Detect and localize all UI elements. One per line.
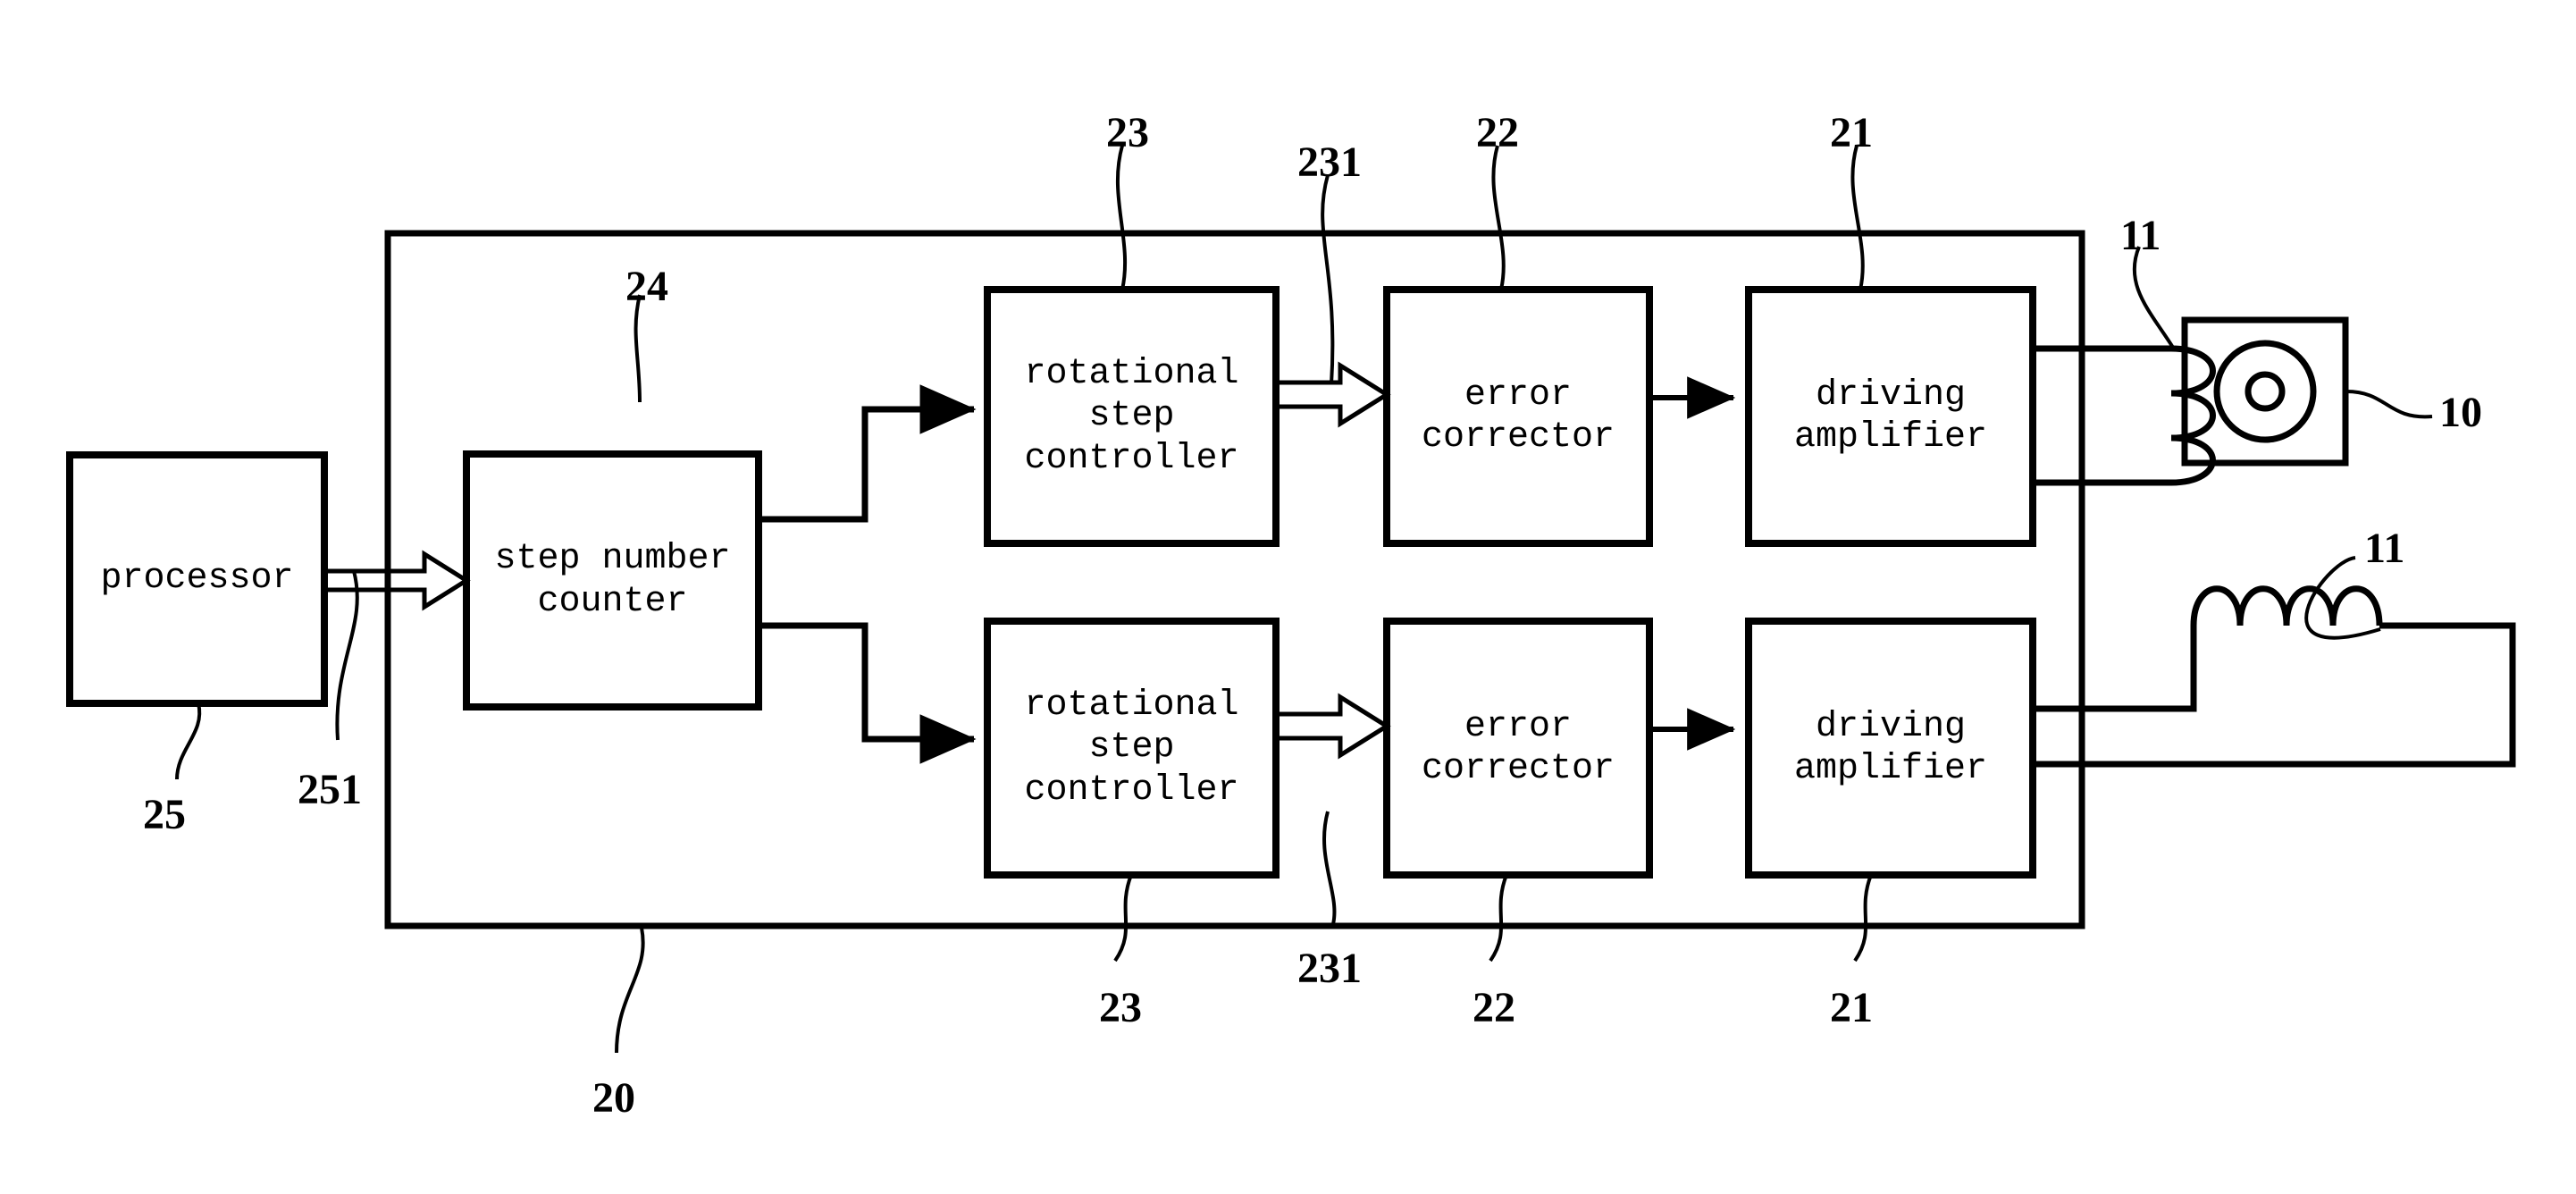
figure-canvas (66, 145, 2516, 1054)
reference-numeral-231-bottom: 231 (1297, 945, 1362, 992)
counter-to-controller-bottom-wire (759, 622, 977, 764)
amplifier-bottom-wire-lower (2033, 622, 2516, 768)
leader-line-10 (2345, 390, 2433, 419)
patent-figure: processor step number counter rotational… (0, 0, 2576, 1194)
reference-numeral-11-bottom: 11 (2364, 525, 2405, 572)
error-corrector-bottom-box (1383, 618, 1653, 879)
leader-line-251 (335, 570, 359, 741)
leader-line-231t (1321, 174, 1335, 385)
outer-enclosure-box (384, 230, 2085, 929)
rotational-step-controller-bottom-box (984, 618, 1280, 879)
leader-line-20 (615, 927, 645, 1054)
driving-amplifier-bottom-box (1745, 618, 2036, 879)
coil-bottom-icon (2190, 585, 2383, 626)
processor-bus-hollow-arrow (322, 550, 471, 611)
reference-numeral-22-bottom: 22 (1473, 984, 1515, 1031)
reference-numeral-251: 251 (298, 766, 362, 813)
leader-line-25 (175, 702, 202, 780)
motor-rotor-inner-circle (2245, 371, 2286, 412)
reference-numeral-23-top: 23 (1106, 109, 1149, 156)
reference-numeral-25: 25 (143, 791, 186, 838)
reference-numeral-231-top: 231 (1297, 139, 1362, 186)
reference-numeral-22-top: 22 (1476, 109, 1519, 156)
leader-line-23t (1115, 145, 1128, 290)
leader-line-22b (1489, 874, 1508, 963)
motor-rotor-outer-circle (2213, 340, 2317, 443)
rotational-step-controller-top-box (984, 286, 1280, 547)
leader-line-11t (2132, 246, 2177, 352)
controller-bottom-output-hollow-arrow (1273, 693, 1391, 760)
leader-line-21t (1850, 145, 1865, 290)
leader-line-21b (1853, 874, 1873, 963)
processor-box (66, 451, 328, 707)
reference-numeral-10: 10 (2439, 389, 2482, 436)
leader-line-23b (1113, 874, 1133, 963)
counter-to-controller-top-wire (759, 384, 977, 523)
leader-line-231b (1322, 811, 1337, 925)
step-number-counter-box (463, 450, 762, 711)
driving-amplifier-top-box (1745, 286, 2036, 547)
reference-numeral-21-bottom: 21 (1830, 984, 1873, 1031)
amplifier-bottom-wire-upper (2033, 626, 2197, 712)
leader-line-22t (1491, 145, 1506, 290)
reference-numeral-20: 20 (592, 1074, 635, 1122)
reference-numeral-24: 24 (625, 263, 668, 310)
reference-numeral-11-top: 11 (2120, 212, 2161, 259)
leader-line-24 (634, 294, 642, 403)
error-corrector-top-box (1383, 286, 1653, 547)
reference-numeral-21-top: 21 (1830, 109, 1873, 156)
reference-numeral-23-bottom: 23 (1099, 984, 1142, 1031)
